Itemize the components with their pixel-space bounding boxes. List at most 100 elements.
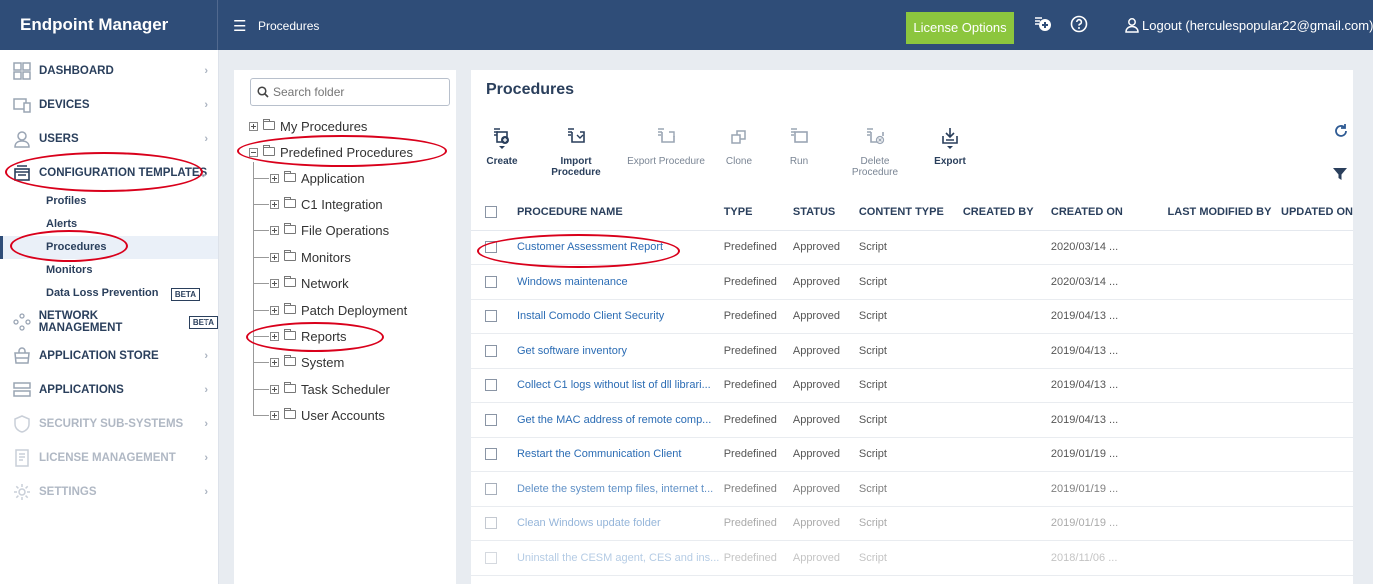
add-notification-icon[interactable]: [1033, 14, 1053, 34]
filter-icon[interactable]: [1333, 167, 1347, 181]
procedure-name-link[interactable]: Windows maintenance: [516, 264, 724, 300]
procedure-name-link[interactable]: Clean Windows update folder: [516, 506, 724, 541]
select-all-checkbox[interactable]: [485, 205, 497, 218]
logout-link[interactable]: Logout (herculespopular22@gmail.com): [1124, 17, 1373, 33]
sidebar-item-settings[interactable]: SETTINGS ›: [0, 475, 218, 509]
collapse-icon[interactable]: [249, 147, 258, 157]
table-row[interactable]: Clean Windows update folder Predefined A…: [471, 506, 1353, 541]
help-icon[interactable]: [1069, 14, 1089, 34]
procedure-name-link[interactable]: Delete the system temp files, internet t…: [516, 471, 724, 507]
run-button[interactable]: Run: [787, 126, 811, 167]
tree-node-predefined-procedures[interactable]: Predefined Procedures: [249, 142, 413, 162]
last-modified-by-cell: [1167, 471, 1282, 507]
search-folder-input[interactable]: [250, 78, 450, 106]
table-row[interactable]: Install Comodo Client Security Predefine…: [471, 299, 1353, 334]
row-checkbox[interactable]: [485, 482, 497, 495]
clone-button[interactable]: Clone: [724, 126, 754, 167]
expand-icon[interactable]: [270, 199, 279, 209]
expand-icon[interactable]: [270, 410, 279, 420]
procedure-name-link[interactable]: Get software inventory: [516, 333, 724, 369]
column-header[interactable]: CONTENT TYPE: [858, 194, 963, 231]
sidebar-item-application-store[interactable]: APPLICATION STORE ›: [0, 339, 218, 373]
menu-icon[interactable]: ☰: [233, 17, 246, 35]
table-row[interactable]: Get the MAC address of remote comp... Pr…: [471, 402, 1353, 438]
refresh-icon[interactable]: [1333, 123, 1349, 139]
tree-node-application[interactable]: Application: [270, 168, 365, 188]
expand-icon[interactable]: [270, 278, 279, 288]
procedure-name-link[interactable]: Collect C1 logs without list of dll libr…: [516, 368, 724, 403]
sidebar-item-users[interactable]: USERS ›: [0, 122, 218, 156]
status-cell: Approved: [792, 402, 859, 438]
tree-node-user-accounts[interactable]: User Accounts: [270, 405, 385, 425]
procedure-name-link[interactable]: Restart the Communication Client: [516, 437, 724, 472]
row-checkbox[interactable]: [485, 310, 497, 323]
row-checkbox[interactable]: [485, 241, 497, 254]
create-button[interactable]: Create: [483, 126, 521, 167]
tree-node-monitors[interactable]: Monitors: [270, 247, 351, 267]
column-header[interactable]: TYPE: [723, 194, 793, 231]
sidebar-subitem-profiles[interactable]: Profiles: [0, 190, 218, 213]
tree-node-c1-integration[interactable]: C1 Integration: [270, 194, 383, 214]
column-header[interactable]: PROCEDURE NAME: [516, 194, 724, 231]
tree-node-patch-deployment[interactable]: Patch Deployment: [270, 300, 407, 320]
table-row[interactable]: Restart the Communication Client Predefi…: [471, 437, 1353, 472]
sidebar-subitem-procedures[interactable]: Procedures: [0, 236, 218, 259]
tree-node-task-scheduler[interactable]: Task Scheduler: [270, 379, 390, 399]
procedure-name-link[interactable]: Uninstall the CESM agent, CES and ins...: [516, 540, 724, 576]
expand-icon[interactable]: [270, 357, 279, 367]
select-all-cell: [471, 194, 517, 231]
table-row[interactable]: Uninstall the CESM agent, CES and ins...…: [471, 540, 1353, 576]
license-options-button[interactable]: License Options: [906, 12, 1014, 44]
table-row[interactable]: Customer Assessment Report Predefined Ap…: [471, 230, 1353, 265]
column-header[interactable]: CREATED ON: [1050, 194, 1168, 231]
column-header[interactable]: STATUS: [792, 194, 859, 231]
row-checkbox[interactable]: [485, 275, 497, 288]
export-procedure-icon: [658, 128, 675, 143]
tree-node-reports[interactable]: Reports: [270, 326, 347, 346]
expand-icon[interactable]: [270, 225, 279, 235]
sidebar-subitem-data-loss-prevention[interactable]: Data Loss Prevention BETA: [0, 282, 218, 305]
expand-icon[interactable]: [270, 173, 279, 183]
sidebar-subitem-alerts[interactable]: Alerts: [0, 213, 218, 236]
sidebar-item-dashboard[interactable]: DASHBOARD ›: [0, 54, 218, 88]
page-title: Procedures: [486, 81, 575, 98]
procedure-name-link[interactable]: Get the MAC address of remote comp...: [516, 402, 724, 438]
column-header[interactable]: UPDATED ON: [1281, 194, 1353, 231]
procedure-name-link[interactable]: Customer Assessment Report: [516, 230, 724, 265]
sidebar-item-license-management[interactable]: LICENSE MANAGEMENT ›: [0, 441, 218, 475]
procedure-name-link[interactable]: Install Comodo Client Security: [516, 299, 724, 334]
tree-node-file-operations[interactable]: File Operations: [270, 220, 389, 240]
row-checkbox[interactable]: [485, 551, 497, 564]
sidebar-item-configuration-templates[interactable]: CONFIGURATION TEMPLATES ⌄: [0, 156, 218, 190]
expand-icon[interactable]: [270, 331, 279, 341]
table-row[interactable]: Delete the system temp files, internet t…: [471, 471, 1353, 507]
tree-node-my-procedures[interactable]: My Procedures: [249, 116, 367, 136]
tree-node-system[interactable]: System: [270, 352, 344, 372]
expand-icon[interactable]: [270, 384, 279, 394]
export-button[interactable]: Export: [934, 126, 966, 167]
row-checkbox[interactable]: [485, 413, 497, 426]
sidebar-item-security-sub-systems[interactable]: SECURITY SUB-SYSTEMS ›: [0, 407, 218, 441]
row-checkbox[interactable]: [485, 448, 497, 461]
delete-procedure-button[interactable]: Delete Procedure: [837, 126, 913, 178]
column-header[interactable]: CREATED BY: [962, 194, 1051, 231]
expand-icon[interactable]: [249, 121, 258, 131]
tree-node-network[interactable]: Network: [270, 273, 349, 293]
expand-icon[interactable]: [270, 252, 279, 262]
import-procedure-button[interactable]: Import Procedure: [537, 126, 615, 178]
table-row[interactable]: Get software inventory Predefined Approv…: [471, 333, 1353, 369]
export-procedure-button[interactable]: Export Procedure: [626, 126, 706, 167]
sidebar-item-network-management[interactable]: NETWORK MANAGEMENT BETA ›: [0, 305, 218, 339]
row-checkbox[interactable]: [485, 517, 497, 530]
expand-icon[interactable]: [270, 305, 279, 315]
sidebar-item-applications[interactable]: APPLICATIONS ›: [0, 373, 218, 407]
table-row[interactable]: Collect C1 logs without list of dll libr…: [471, 368, 1353, 403]
row-checkbox[interactable]: [485, 344, 497, 357]
sidebar-item-devices[interactable]: DEVICES ›: [0, 88, 218, 122]
folder-icon: [284, 381, 296, 393]
sidebar-subitem-monitors[interactable]: Monitors: [0, 259, 218, 282]
table-row[interactable]: Windows maintenance Predefined Approved …: [471, 264, 1353, 300]
tree-node-label: File Operations: [301, 222, 390, 238]
column-header[interactable]: LAST MODIFIED BY: [1167, 194, 1282, 231]
row-checkbox[interactable]: [485, 379, 497, 392]
